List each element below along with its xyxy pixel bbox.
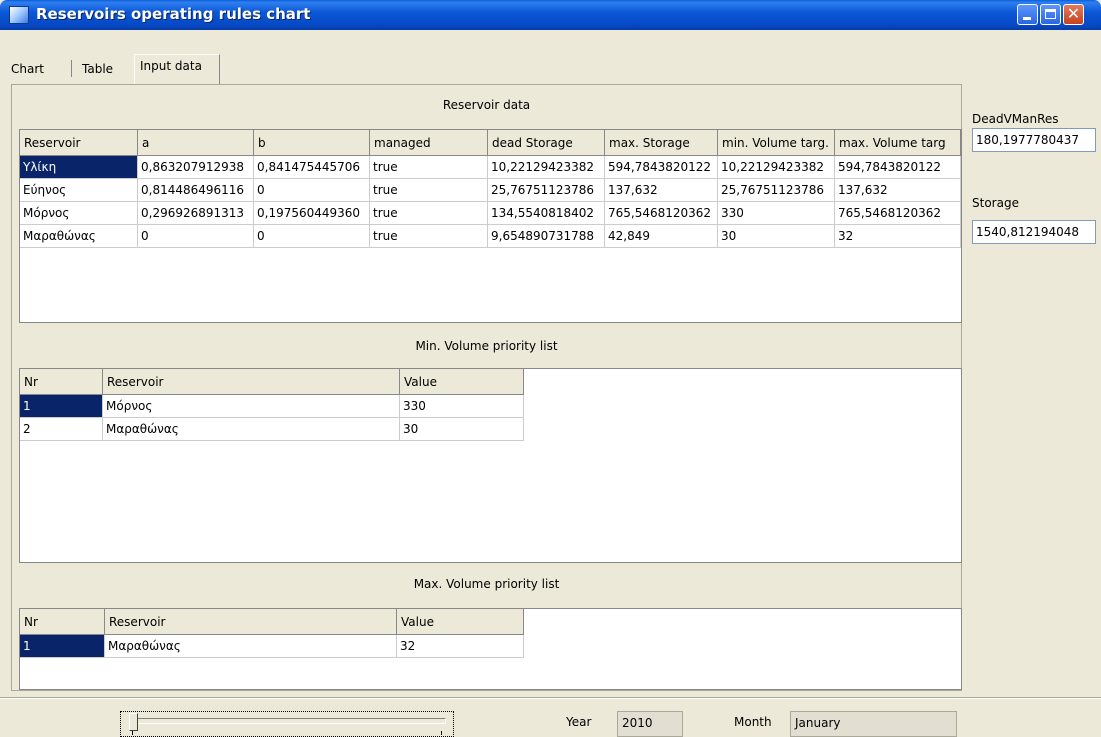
tab-table[interactable]: Table bbox=[82, 58, 113, 80]
column-header[interactable]: b bbox=[254, 130, 370, 156]
table-cell[interactable]: Μαραθώνας bbox=[105, 635, 397, 658]
column-header[interactable]: Value bbox=[397, 609, 524, 635]
maximize-button[interactable] bbox=[1040, 4, 1061, 25]
column-header[interactable]: max. Volume targ bbox=[835, 130, 961, 156]
table-cell[interactable]: 2 bbox=[20, 418, 103, 441]
table-cell[interactable]: 594,7843820122 bbox=[605, 156, 718, 179]
close-button[interactable]: ✕ bbox=[1063, 4, 1084, 25]
close-icon: ✕ bbox=[1066, 4, 1081, 23]
column-header[interactable]: managed bbox=[370, 130, 488, 156]
dead-vmanres-label: DeadVManRes bbox=[972, 112, 1059, 126]
table-cell[interactable]: 0,841475445706 bbox=[254, 156, 370, 179]
table-cell[interactable]: true bbox=[370, 179, 488, 202]
table-cell[interactable]: 765,5468120362 bbox=[835, 202, 961, 225]
table-cell[interactable]: 0,863207912938 bbox=[138, 156, 254, 179]
table-cell[interactable]: 0 bbox=[138, 225, 254, 248]
column-header[interactable]: max. Storage bbox=[605, 130, 718, 156]
column-header[interactable]: Value bbox=[400, 369, 524, 395]
column-header[interactable]: Reservoir bbox=[105, 609, 397, 635]
max-volume-title: Max. Volume priority list bbox=[413, 577, 560, 591]
tab-input-data[interactable]: Input data bbox=[140, 55, 202, 77]
table-cell[interactable]: true bbox=[370, 202, 488, 225]
minimize-icon bbox=[1023, 17, 1031, 20]
slider-thumb[interactable] bbox=[129, 713, 138, 731]
table-cell[interactable]: 1 bbox=[20, 635, 105, 658]
table-cell[interactable]: 0,197560449360 bbox=[254, 202, 370, 225]
column-header[interactable]: Reservoir bbox=[103, 369, 400, 395]
table-cell[interactable]: 0 bbox=[254, 225, 370, 248]
table-cell[interactable]: 765,5468120362 bbox=[605, 202, 718, 225]
max-volume-grid[interactable]: Nr Reservoir Value 1 Μαραθώνας 32 bbox=[19, 608, 962, 690]
column-header[interactable]: a bbox=[138, 130, 254, 156]
table-cell[interactable]: Μόρνος bbox=[103, 395, 400, 418]
reservoir-data-title: Reservoir data bbox=[442, 98, 531, 112]
table-cell[interactable]: 32 bbox=[835, 225, 961, 248]
reservoir-data-grid[interactable]: Reservoir a b managed dead Storage max. … bbox=[19, 129, 962, 323]
table-cell[interactable]: 330 bbox=[718, 202, 835, 225]
table-cell[interactable]: true bbox=[370, 156, 488, 179]
table-cell[interactable]: 134,5540818402 bbox=[488, 202, 605, 225]
table-cell[interactable]: 0 bbox=[254, 179, 370, 202]
title-bar[interactable]: Reservoirs operating rules chart ✕ bbox=[0, 0, 1101, 30]
table-cell[interactable]: 0,814486496116 bbox=[138, 179, 254, 202]
table-cell[interactable]: 137,632 bbox=[605, 179, 718, 202]
app-icon bbox=[9, 6, 29, 24]
time-slider[interactable] bbox=[120, 711, 454, 737]
table-cell[interactable]: 330 bbox=[400, 395, 524, 418]
column-header[interactable]: Nr bbox=[20, 369, 103, 395]
column-header[interactable]: dead Storage bbox=[488, 130, 605, 156]
minimize-button[interactable] bbox=[1017, 4, 1038, 25]
column-header[interactable]: min. Volume targ. bbox=[718, 130, 835, 156]
table-cell[interactable]: 1 bbox=[20, 395, 103, 418]
table-cell[interactable]: 42,849 bbox=[605, 225, 718, 248]
table-cell[interactable]: 30 bbox=[718, 225, 835, 248]
table-cell[interactable]: 137,632 bbox=[835, 179, 961, 202]
table-cell[interactable]: Μαραθώνας bbox=[20, 225, 138, 248]
slider-tick bbox=[132, 731, 133, 735]
table-cell[interactable]: 10,22129423382 bbox=[488, 156, 605, 179]
year-field[interactable]: 2010 bbox=[617, 711, 683, 737]
table-cell[interactable]: 10,22129423382 bbox=[718, 156, 835, 179]
dead-vmanres-field[interactable]: 180,1977780437 bbox=[972, 128, 1096, 152]
table-cell[interactable]: 594,7843820122 bbox=[835, 156, 961, 179]
tab-chart[interactable]: Chart bbox=[11, 58, 44, 80]
table-cell[interactable]: true bbox=[370, 225, 488, 248]
storage-label: Storage bbox=[972, 196, 1019, 210]
min-volume-title: Min. Volume priority list bbox=[415, 339, 558, 353]
storage-field[interactable]: 1540,812194048 bbox=[972, 220, 1096, 244]
table-cell[interactable]: Μαραθώνας bbox=[103, 418, 400, 441]
column-header[interactable]: Reservoir bbox=[20, 130, 138, 156]
window-title: Reservoirs operating rules chart bbox=[36, 5, 311, 23]
column-header[interactable]: Nr bbox=[20, 609, 105, 635]
table-cell[interactable]: 9,654890731788 bbox=[488, 225, 605, 248]
maximize-icon bbox=[1045, 9, 1056, 19]
table-cell[interactable]: Υλίκη bbox=[20, 156, 138, 179]
table-cell[interactable]: 30 bbox=[400, 418, 524, 441]
slider-track bbox=[131, 718, 446, 724]
table-cell[interactable]: 25,76751123786 bbox=[488, 179, 605, 202]
table-cell[interactable]: Μόρνος bbox=[20, 202, 138, 225]
month-field[interactable]: January bbox=[790, 711, 957, 737]
table-cell[interactable]: Εύηνος bbox=[20, 179, 138, 202]
tab-divider bbox=[71, 60, 72, 77]
min-volume-grid[interactable]: Nr Reservoir Value 1 Μόρνος 330 2 Μαραθώ… bbox=[19, 368, 962, 563]
bottom-separator bbox=[0, 697, 1101, 699]
table-cell[interactable]: 0,296926891313 bbox=[138, 202, 254, 225]
table-cell[interactable]: 32 bbox=[397, 635, 524, 658]
slider-tick bbox=[441, 731, 442, 735]
table-cell[interactable]: 25,76751123786 bbox=[718, 179, 835, 202]
